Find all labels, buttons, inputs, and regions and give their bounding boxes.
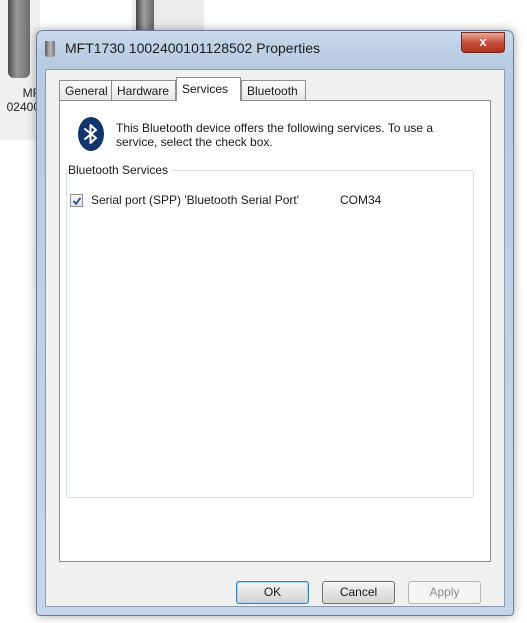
dialog-client-area: General Hardware Services Bluetooth This… <box>45 69 505 607</box>
bluetooth-icon <box>78 117 104 151</box>
desktop-device-icon[interactable]: MF 02400 <box>0 0 40 140</box>
service-port: COM34 <box>340 193 382 207</box>
service-name: Serial port (SPP) 'Bluetooth Serial Port… <box>91 193 300 207</box>
device-tower-icon <box>8 0 30 78</box>
services-intro-text: This Bluetooth device offers the followi… <box>116 121 434 149</box>
close-button[interactable]: x <box>461 32 505 53</box>
bluetooth-services-group-label: Bluetooth Services <box>68 163 173 177</box>
desktop-device-label: MF 02400 <box>6 86 40 114</box>
services-tab-page: This Bluetooth device offers the followi… <box>59 100 491 562</box>
service-checkbox[interactable] <box>70 194 83 207</box>
device-icon <box>45 41 55 57</box>
tab-general[interactable]: General <box>59 80 112 100</box>
apply-button[interactable]: Apply <box>408 581 481 604</box>
service-row[interactable]: Serial port (SPP) 'Bluetooth Serial Port… <box>70 193 470 209</box>
tab-hardware[interactable]: Hardware <box>111 80 176 100</box>
properties-window: MFT1730 1002400101128502 Properties x Ge… <box>36 30 514 616</box>
bluetooth-services-group <box>66 170 474 498</box>
tab-services[interactable]: Services <box>176 77 241 101</box>
window-title: MFT1730 1002400101128502 Properties <box>65 40 321 56</box>
ok-button[interactable]: OK <box>236 581 309 604</box>
cancel-button[interactable]: Cancel <box>322 581 395 604</box>
tab-bluetooth[interactable]: Bluetooth <box>241 80 306 100</box>
